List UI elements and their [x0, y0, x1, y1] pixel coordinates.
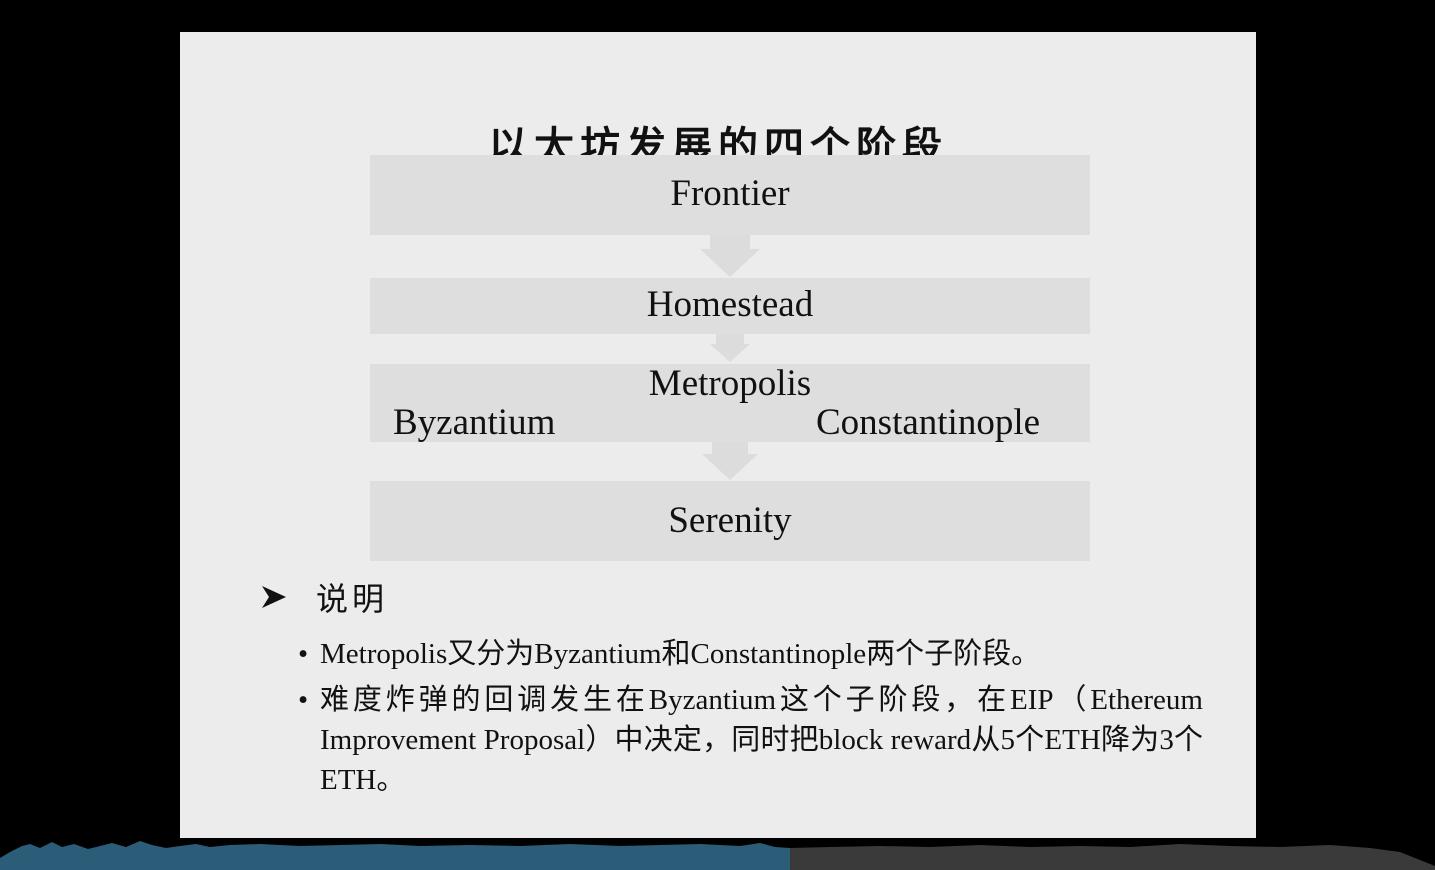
list-item: • 难度炸弹的回调发生在Byzantium这个子阶段，在EIP（Ethereum… [298, 680, 1203, 800]
bullet-dot: • [298, 638, 309, 670]
arrow-bullet-icon [262, 586, 286, 608]
list-item: • Metropolis又分为Byzantium和Constantinople两… [298, 634, 1203, 674]
down-arrow-icon [702, 454, 758, 480]
down-arrow-shaft [712, 442, 748, 454]
stage-label-homestead: Homestead [646, 284, 814, 325]
bullet-dot: • [298, 684, 309, 716]
section-heading: 说明 [260, 577, 389, 618]
audio-waveform [0, 838, 1435, 870]
stage-label-serenity: Serenity [668, 500, 792, 541]
stage-label-frontier: Frontier [670, 173, 790, 214]
presentation-slide: 以太坊发展的四个阶段 Frontier Homestead Metropolis… [180, 32, 1256, 838]
waveform-icon [0, 841, 1435, 870]
bullet-text: Metropolis又分为Byzantium和Constantinople两个子… [320, 638, 1041, 670]
bullet-list: • Metropolis又分为Byzantium和Constantinople两… [298, 634, 1203, 806]
stage-label-metropolis: Metropolis [648, 363, 812, 404]
stage-label-byzantium: Byzantium [393, 402, 556, 443]
video-frame: 以太坊发展的四个阶段 Frontier Homestead Metropolis… [0, 0, 1435, 870]
down-arrow-icon [710, 344, 750, 362]
down-arrow-shaft [710, 235, 750, 249]
down-arrow-icon [700, 249, 760, 277]
stage-label-constantinople: Constantinople [816, 402, 1041, 443]
section-heading-text: 说明 [316, 580, 389, 618]
down-arrow-shaft [716, 334, 744, 344]
bullet-text: 难度炸弹的回调发生在Byzantium这个子阶段，在EIP（Ethereum I… [320, 684, 1203, 796]
